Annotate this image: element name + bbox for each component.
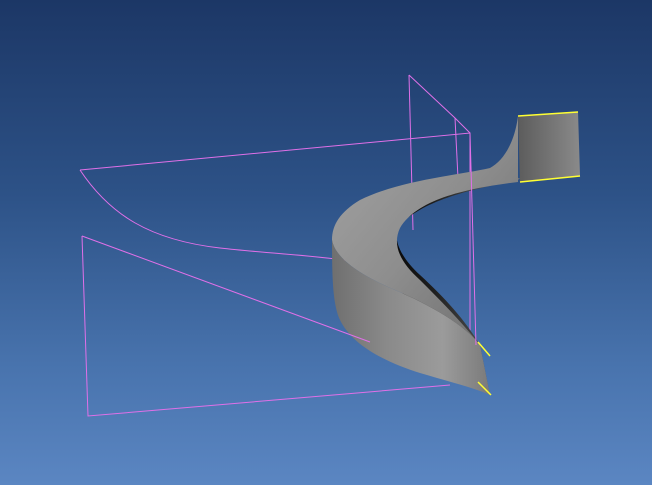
3d-scene[interactable] [0,0,652,485]
construction-plane-vertical-back-edge [454,117,459,179]
guide-curve[interactable] [81,235,371,343]
swept-surface-end-cap[interactable] [518,112,580,182]
3d-viewport[interactable] [0,0,652,485]
construction-plane-vertical-front-edge [469,132,477,346]
construction-plane-vertical[interactable] [408,74,471,134]
